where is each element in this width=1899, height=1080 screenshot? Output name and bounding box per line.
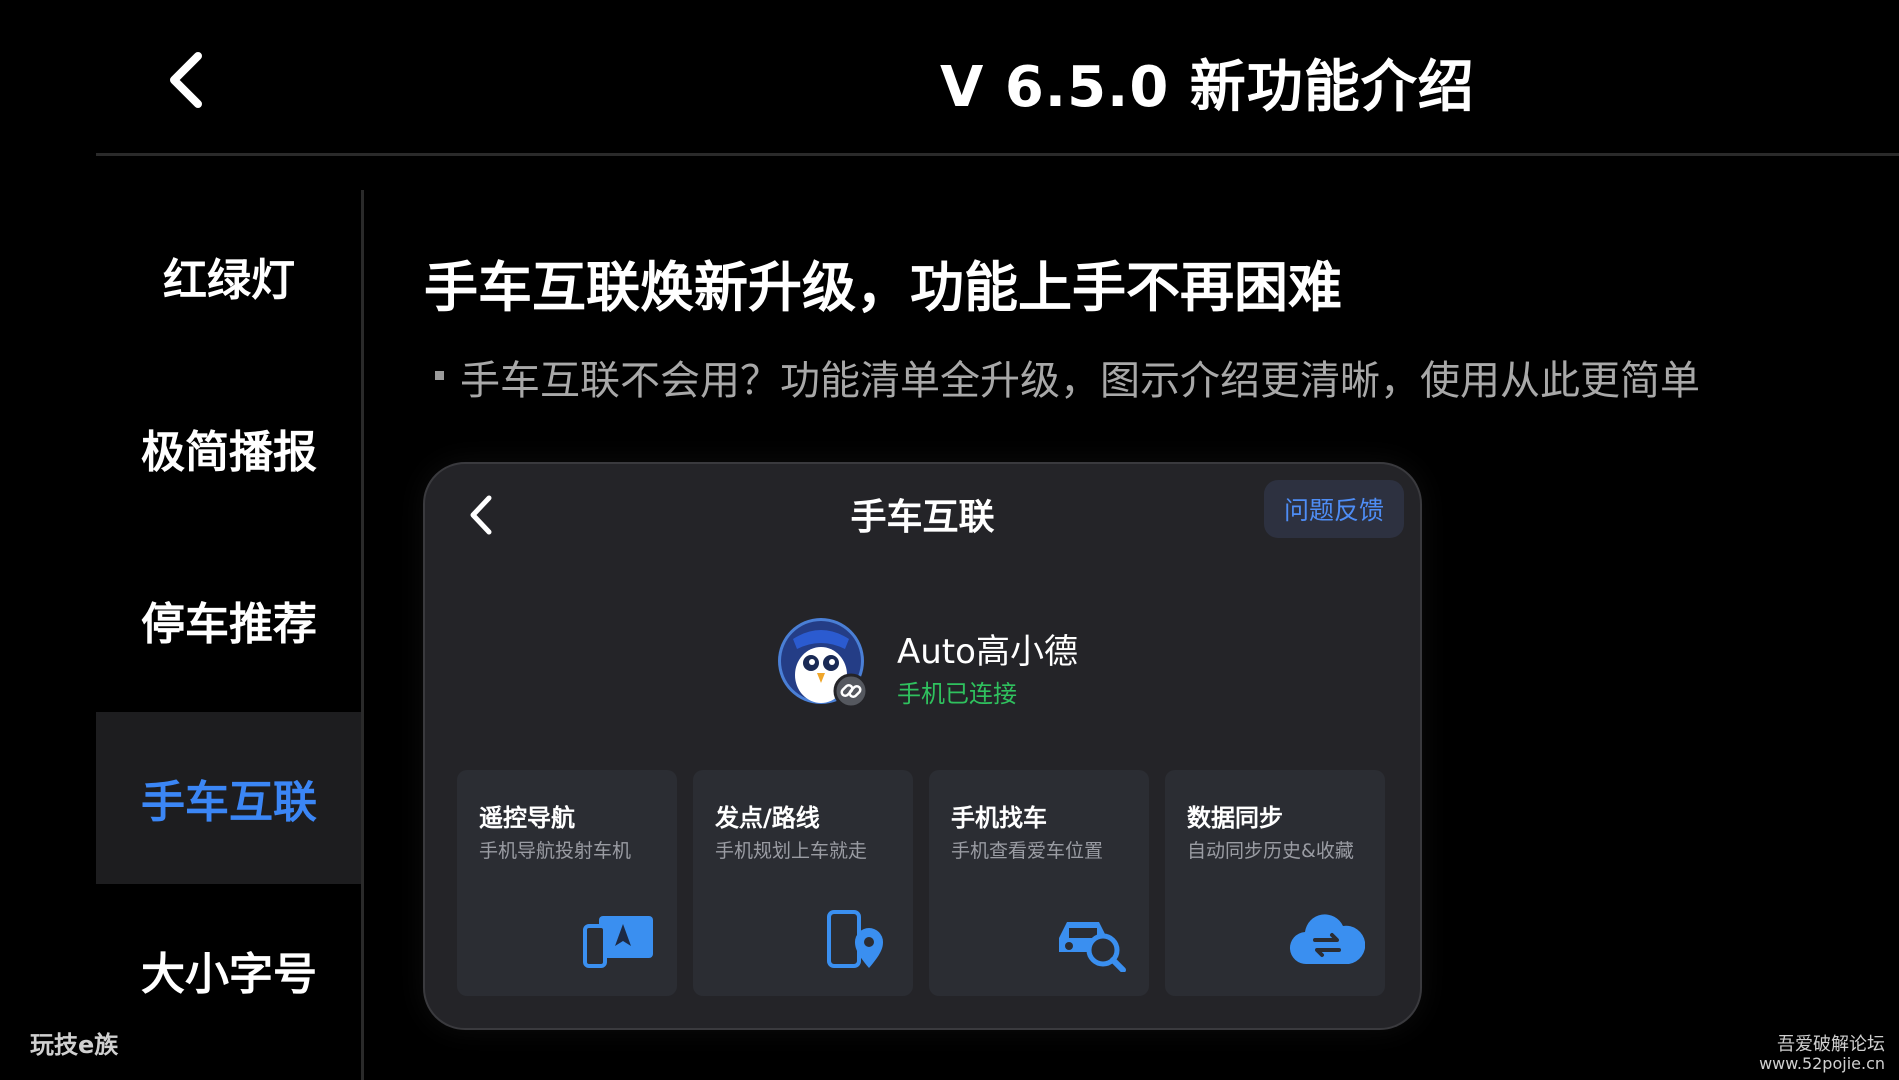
chevron-left-icon xyxy=(170,52,202,108)
section-title: 手车互联焕新升级，功能上手不再困难 xyxy=(424,256,1342,319)
watermark-left: 玩技e族 xyxy=(30,1031,119,1059)
tile-subtitle: 自动同步历史&收藏 xyxy=(1187,840,1354,862)
sidebar-item-label: 大小字号 xyxy=(141,949,317,1000)
tile-title: 手机找车 xyxy=(951,804,1047,832)
sidebar: 红绿灯 极简播报 停车推荐 手车互联 大小字号 xyxy=(96,190,362,1080)
header-divider xyxy=(96,153,1899,156)
feedback-button[interactable]: 问题反馈 xyxy=(1264,480,1404,538)
sidebar-item-parking[interactable]: 停车推荐 xyxy=(96,534,362,706)
tile-remote-navigation[interactable]: 遥控导航 手机导航投射车机 xyxy=(457,770,677,996)
feature-preview-card: 手车互联 问题反馈 Auto高小德 手机已连接 遥控导航 手机导航投射车机 发点… xyxy=(423,462,1422,1030)
tile-subtitle: 手机查看爱车位置 xyxy=(951,840,1104,862)
car-search-icon xyxy=(1059,922,1126,972)
cloud-sync-icon xyxy=(1290,914,1365,965)
tile-title: 发点/路线 xyxy=(715,804,820,832)
connection-status: 手机已连接 xyxy=(897,680,1017,708)
sidebar-item-label: 红绿灯 xyxy=(163,255,295,306)
phone-location-icon xyxy=(827,910,883,968)
tile-title: 数据同步 xyxy=(1187,804,1283,832)
back-button[interactable] xyxy=(160,48,216,112)
sidebar-item-label: 手车互联 xyxy=(141,777,317,828)
phone-to-screen-icon xyxy=(583,916,653,968)
owl-mascot-avatar xyxy=(777,617,871,711)
tile-find-car[interactable]: 手机找车 手机查看爱车位置 xyxy=(929,770,1149,996)
top-bar: V 6.5.0 新功能介绍 xyxy=(0,0,1899,156)
watermark-right-title: 吾爱破解论坛 xyxy=(1777,1034,1885,1055)
tile-data-sync[interactable]: 数据同步 自动同步历史&收藏 xyxy=(1165,770,1385,996)
sidebar-item-label: 停车推荐 xyxy=(141,599,317,650)
tile-subtitle: 手机规划上车就走 xyxy=(715,840,868,862)
sidebar-item-traffic-light[interactable]: 红绿灯 xyxy=(96,190,362,362)
sidebar-item-label: 极简播报 xyxy=(141,427,317,478)
sidebar-divider xyxy=(361,190,364,1080)
tile-send-route[interactable]: 发点/路线 手机规划上车就走 xyxy=(693,770,913,996)
sidebar-item-font-size[interactable]: 大小字号 xyxy=(96,884,362,1056)
bullet-icon xyxy=(435,371,444,380)
page-title: V 6.5.0 新功能介绍 xyxy=(940,55,1475,120)
sidebar-item-minimal-broadcast[interactable]: 极简播报 xyxy=(96,362,362,534)
tile-subtitle: 手机导航投射车机 xyxy=(479,840,632,862)
sidebar-item-phone-car-link[interactable]: 手车互联 xyxy=(96,712,362,884)
section-description: 手车互联不会用？功能清单全升级，图示介绍更清晰，使用从此更简单 xyxy=(460,358,1700,404)
tile-title: 遥控导航 xyxy=(479,804,575,832)
watermark-right-url: www.52pojie.cn xyxy=(1759,1054,1885,1073)
user-name: Auto高小德 xyxy=(897,632,1078,672)
